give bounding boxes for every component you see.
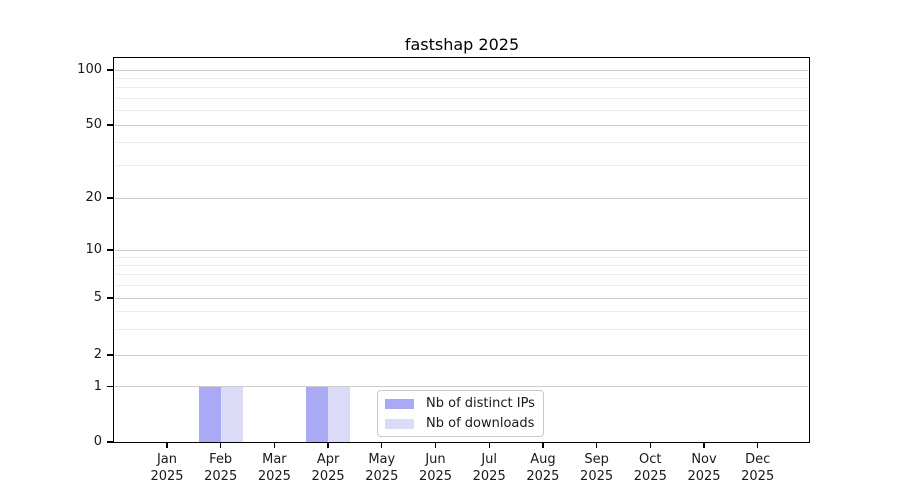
major-gridline bbox=[115, 125, 808, 126]
minor-gridline bbox=[115, 87, 808, 88]
legend-swatch-distinct-ips bbox=[385, 399, 414, 409]
y-tick-label: 1 bbox=[30, 379, 102, 395]
legend-label-downloads: Nb of downloads bbox=[426, 416, 534, 431]
y-tick-mark bbox=[107, 249, 114, 250]
legend-label-distinct-ips: Nb of distinct IPs bbox=[426, 396, 535, 411]
x-tick-mark bbox=[757, 442, 758, 448]
y-tick-label: 100 bbox=[30, 62, 102, 78]
minor-gridline bbox=[115, 285, 808, 286]
x-tick-mark bbox=[703, 442, 704, 448]
legend-swatch-downloads bbox=[385, 419, 414, 429]
y-tick-label: 10 bbox=[30, 242, 102, 258]
y-tick-label: 50 bbox=[30, 117, 102, 133]
x-tick-mark bbox=[327, 442, 328, 448]
y-tick-mark bbox=[107, 69, 114, 70]
x-tick-mark bbox=[435, 442, 436, 448]
legend-item-downloads: Nb of downloads bbox=[385, 415, 535, 432]
y-tick-mark bbox=[107, 441, 114, 442]
y-tick-label: 2 bbox=[30, 347, 102, 363]
bar-downloads-apr bbox=[328, 387, 350, 443]
minor-gridline bbox=[115, 98, 808, 99]
x-tick-label: Dec 2025 bbox=[726, 452, 790, 485]
y-tick-mark bbox=[107, 354, 114, 355]
y-tick-label: 0 bbox=[30, 434, 102, 450]
minor-gridline bbox=[115, 142, 808, 143]
y-tick-label: 20 bbox=[30, 190, 102, 206]
minor-gridline bbox=[115, 257, 808, 258]
download-stats-chart: fastshap 2025 0125102050100Jan 2025Feb 2… bbox=[0, 0, 900, 500]
major-gridline bbox=[115, 198, 808, 199]
minor-gridline bbox=[115, 78, 808, 79]
major-gridline bbox=[115, 70, 808, 71]
minor-gridline bbox=[115, 311, 808, 312]
legend-item-distinct-ips: Nb of distinct IPs bbox=[385, 395, 535, 412]
y-tick-mark bbox=[107, 197, 114, 198]
x-tick-mark bbox=[650, 442, 651, 448]
x-tick-mark bbox=[166, 442, 167, 448]
minor-gridline bbox=[115, 274, 808, 275]
bar-distinct-ips-feb bbox=[199, 387, 221, 443]
y-tick-mark bbox=[107, 386, 114, 387]
chart-title: fastshap 2025 bbox=[114, 35, 810, 54]
y-tick-label: 5 bbox=[30, 290, 102, 306]
major-gridline bbox=[115, 355, 808, 356]
minor-gridline bbox=[115, 329, 808, 330]
major-gridline bbox=[115, 298, 808, 299]
minor-gridline bbox=[115, 165, 808, 166]
x-tick-mark bbox=[489, 442, 490, 448]
x-tick-mark bbox=[596, 442, 597, 448]
x-tick-mark bbox=[381, 442, 382, 448]
minor-gridline bbox=[115, 110, 808, 111]
x-tick-mark bbox=[542, 442, 543, 448]
y-tick-mark bbox=[107, 124, 114, 125]
bar-downloads-feb bbox=[221, 387, 243, 443]
bar-distinct-ips-apr bbox=[306, 387, 328, 443]
legend: Nb of distinct IPs Nb of downloads bbox=[377, 390, 544, 437]
y-tick-mark bbox=[107, 297, 114, 298]
minor-gridline bbox=[115, 265, 808, 266]
major-gridline bbox=[115, 250, 808, 251]
x-tick-mark bbox=[220, 442, 221, 448]
x-tick-mark bbox=[274, 442, 275, 448]
